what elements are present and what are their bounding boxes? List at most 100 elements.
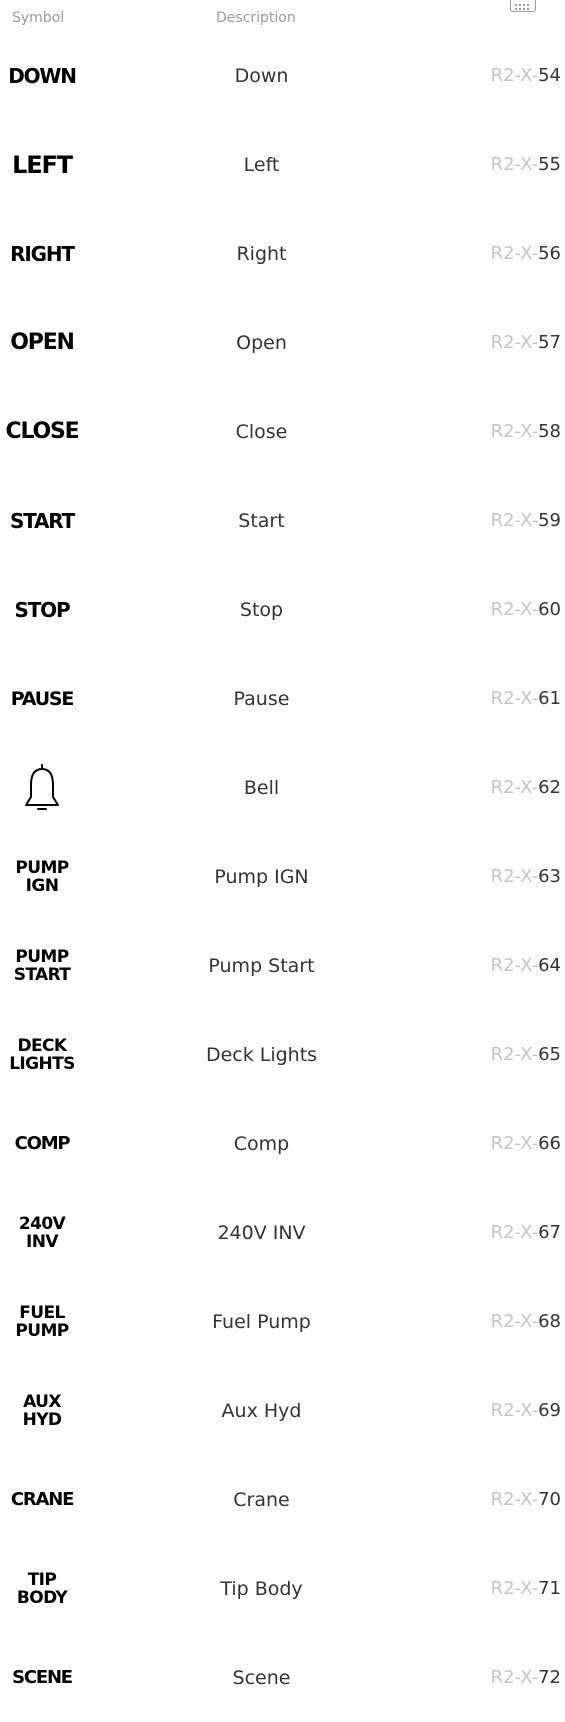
code-label: R2-X- 55 [491,120,561,209]
table-row[interactable]: PUMP START Pump Start R2-X- 64 [0,921,565,1010]
code-prefix: R2-X- [490,1044,539,1065]
description-label: Close [235,420,288,443]
description-label: Crane [233,1488,290,1511]
code-number: 55 [538,154,561,175]
table-row[interactable]: CLOSE Close R2-X- 58 [0,387,565,476]
code-number: 70 [538,1489,561,1510]
code-number: 71 [538,1578,561,1599]
code-label: R2-X- 66 [491,1099,561,1188]
table-row[interactable]: TIP BODY Tip Body R2-X- 71 [0,1544,565,1633]
table-row[interactable]: 240V INV 240V INV R2-X- 67 [0,1188,565,1277]
symbol-label: FUEL PUMP [15,1302,69,1341]
code-prefix: R2-X- [490,1667,539,1688]
code-label: R2-X- 59 [491,476,561,565]
symbol-cell [0,743,84,832]
description-label: Down [234,64,289,87]
code-prefix: R2-X- [490,1311,539,1332]
description-label: Fuel Pump [212,1310,311,1333]
code-prefix: R2-X- [490,421,539,442]
table-row[interactable]: Bell R2-X- 62 [0,743,565,832]
symbol-label: PUMP IGN [15,857,69,896]
code-prefix: R2-X- [490,955,539,976]
code-number: 54 [538,65,561,86]
code-prefix: R2-X- [490,599,539,620]
code-number: 64 [538,955,561,976]
code-label: R2-X- 69 [491,1366,561,1455]
code-number: 61 [538,688,561,709]
table-row[interactable]: DECK LIGHTS Deck Lights R2-X- 65 [0,1010,565,1099]
code-number: 59 [538,510,561,531]
code-number: 63 [538,866,561,887]
bell-icon [25,763,59,810]
symbol-column-header: Symbol [12,10,65,26]
description-label: Bell [243,776,280,799]
code-prefix: R2-X- [490,777,539,798]
keyboard-icon[interactable] [510,0,536,12]
table-row[interactable]: SCENE Scene R2-X- 72 [0,1633,565,1722]
description-column-header: Description [216,10,296,26]
description-label: Comp [233,1132,290,1155]
symbol-label: CRANE [10,1489,75,1510]
symbol-label: SCENE [12,1667,73,1688]
symbol-label: DECK LIGHTS [9,1035,75,1074]
code-label: R2-X- 67 [491,1188,561,1277]
code-number: 65 [538,1044,561,1065]
symbol-label: OPEN [10,330,75,355]
table-row[interactable]: LEFT Left R2-X- 55 [0,120,565,209]
table-row[interactable]: DOWN Down R2-X- 54 [0,31,565,120]
symbol-label: TIP BODY [16,1569,68,1608]
symbol-label: AUX HYD [22,1391,62,1430]
table-row[interactable]: PUMP IGN Pump IGN R2-X- 63 [0,832,565,921]
code-number: 67 [538,1222,561,1243]
symbol-label: PUMP START [13,946,71,985]
code-label: R2-X- 54 [491,31,561,120]
code-prefix: R2-X- [490,866,539,887]
code-number: 69 [538,1400,561,1421]
code-prefix: R2-X- [490,1133,539,1154]
description-label: Pump IGN [214,865,309,888]
code-number: 56 [538,243,561,264]
code-number: 68 [538,1311,561,1332]
description-label: Pump Start [208,954,315,977]
table-row[interactable]: AUX HYD Aux Hyd R2-X- 69 [0,1366,565,1455]
table-row[interactable]: STOP Stop R2-X- 60 [0,565,565,654]
code-label: R2-X- 62 [491,743,561,832]
description-label: Open [236,331,287,354]
description-label: Pause [233,687,290,710]
code-prefix: R2-X- [490,688,539,709]
code-label: R2-X- 63 [491,832,561,921]
table-row[interactable]: OPEN Open R2-X- 57 [0,298,565,387]
code-label: R2-X- 72 [491,1633,561,1722]
symbol-label: STOP [14,597,71,622]
table-row[interactable]: RIGHT Right R2-X- 56 [0,209,565,298]
table-row[interactable]: PAUSE Pause R2-X- 61 [0,654,565,743]
code-label: R2-X- 64 [491,921,561,1010]
code-label: R2-X- 56 [491,209,561,298]
code-number: 57 [538,332,561,353]
code-prefix: R2-X- [490,1222,539,1243]
code-label: R2-X- 71 [491,1544,561,1633]
description-label: Right [236,242,287,265]
symbol-label: 240V INV [18,1213,66,1252]
code-prefix: R2-X- [490,1578,539,1599]
description-label: Deck Lights [205,1043,318,1066]
code-label: R2-X- 68 [491,1277,561,1366]
code-prefix: R2-X- [490,154,539,175]
code-label: R2-X- 61 [491,654,561,743]
symbol-label: LEFT [12,150,73,179]
description-label: 240V INV [217,1221,306,1244]
description-label: Start [238,509,285,532]
table-row[interactable]: COMP Comp R2-X- 66 [0,1099,565,1188]
description-label: Tip Body [220,1577,303,1600]
code-prefix: R2-X- [490,243,539,264]
table-row[interactable]: START Start R2-X- 59 [0,476,565,565]
code-label: R2-X- 58 [491,387,561,476]
code-label: R2-X- 65 [491,1010,561,1099]
symbol-label: DOWN [8,63,77,88]
code-prefix: R2-X- [490,332,539,353]
description-label: Stop [239,598,284,621]
table-row[interactable]: CRANE Crane R2-X- 70 [0,1455,565,1544]
code-number: 60 [538,599,561,620]
table-row[interactable]: FUEL PUMP Fuel Pump R2-X- 68 [0,1277,565,1366]
symbol-label: RIGHT [10,241,75,266]
